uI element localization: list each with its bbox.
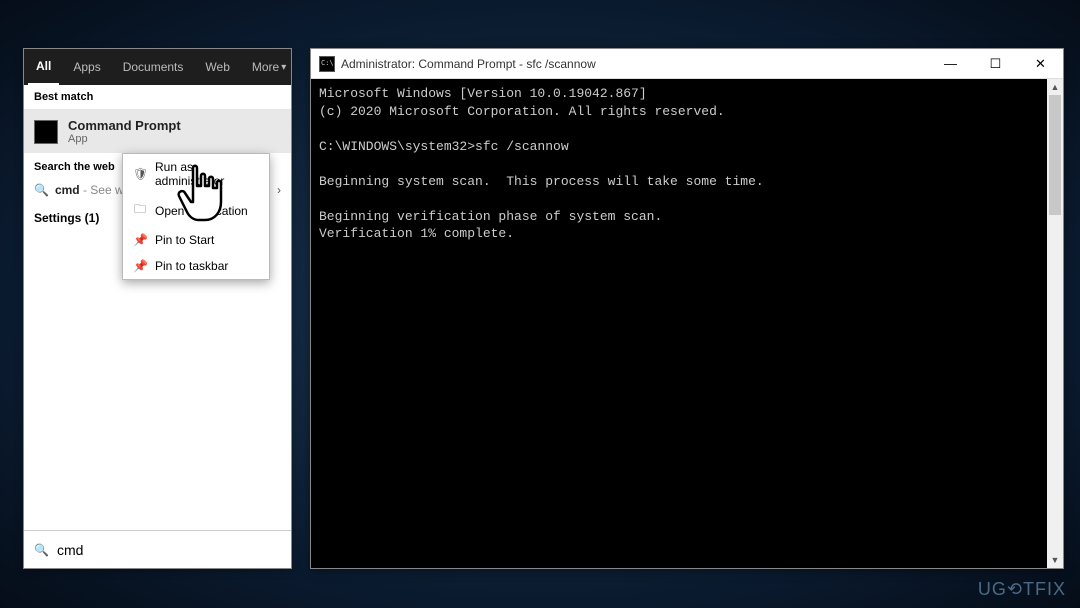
start-search-panel: All Apps Documents Web More ▾ Best match… xyxy=(23,48,292,569)
tab-more[interactable]: More ▾ xyxy=(244,49,294,85)
result-subtitle: App xyxy=(68,133,181,145)
command-prompt-icon xyxy=(319,56,335,72)
search-tabs: All Apps Documents Web More ▾ xyxy=(24,49,291,85)
pin-icon: 📌 xyxy=(133,233,147,247)
ctx-pin-to-start[interactable]: 📌 Pin to Start xyxy=(123,227,269,253)
terminal-wrap: Microsoft Windows [Version 10.0.19042.86… xyxy=(311,79,1063,568)
ctx-pin-to-taskbar[interactable]: 📌 Pin to taskbar xyxy=(123,253,269,279)
search-input[interactable] xyxy=(57,542,281,558)
titlebar[interactable]: Administrator: Command Prompt - sfc /sca… xyxy=(311,49,1063,79)
ctx-open-location-label: Open file location xyxy=(155,204,248,218)
ctx-open-file-location[interactable]: 🗀 Open file location xyxy=(123,194,269,227)
command-prompt-icon xyxy=(34,120,58,144)
chevron-down-icon: ▾ xyxy=(281,62,286,73)
ctx-pin-start-label: Pin to Start xyxy=(155,233,214,247)
search-icon: 🔍 xyxy=(34,183,49,197)
result-title: Command Prompt xyxy=(68,118,181,133)
result-command-prompt[interactable]: Command Prompt App xyxy=(24,110,291,153)
tab-web[interactable]: Web xyxy=(197,49,237,85)
tab-apps[interactable]: Apps xyxy=(65,49,108,85)
scroll-thumb[interactable] xyxy=(1049,95,1061,215)
search-icon: 🔍 xyxy=(34,543,49,557)
pin-icon: 📌 xyxy=(133,259,147,273)
window-controls: ― ☐ ✕ xyxy=(928,49,1063,79)
search-web-term: cmd xyxy=(55,183,80,197)
ctx-pin-taskbar-label: Pin to taskbar xyxy=(155,259,228,273)
scroll-down-button[interactable]: ▼ xyxy=(1047,552,1063,568)
result-text: Command Prompt App xyxy=(68,118,181,145)
scroll-track[interactable] xyxy=(1047,95,1063,552)
maximize-button[interactable]: ☐ xyxy=(973,49,1018,79)
vertical-scrollbar[interactable]: ▲ ▼ xyxy=(1047,79,1063,568)
minimize-button[interactable]: ― xyxy=(928,49,973,79)
command-prompt-window: Administrator: Command Prompt - sfc /sca… xyxy=(310,48,1064,569)
watermark: UG⟲TFIX xyxy=(978,579,1066,600)
terminal-output[interactable]: Microsoft Windows [Version 10.0.19042.86… xyxy=(311,79,1047,568)
context-menu: 🛡 Run as administrator 🗀 Open file locat… xyxy=(122,153,270,280)
search-input-row: 🔍 xyxy=(24,530,291,568)
folder-icon: 🗀 xyxy=(133,200,147,221)
tab-documents[interactable]: Documents xyxy=(115,49,192,85)
ctx-run-as-admin-label: Run as administrator xyxy=(155,160,259,188)
close-button[interactable]: ✕ xyxy=(1018,49,1063,79)
tab-more-label: More xyxy=(252,60,279,74)
chevron-right-icon: › xyxy=(277,183,281,197)
shield-icon: 🛡 xyxy=(133,167,147,181)
best-match-header: Best match xyxy=(24,85,291,110)
scroll-up-button[interactable]: ▲ xyxy=(1047,79,1063,95)
tab-all[interactable]: All xyxy=(28,49,59,85)
window-title: Administrator: Command Prompt - sfc /sca… xyxy=(341,57,928,71)
ctx-run-as-admin[interactable]: 🛡 Run as administrator xyxy=(123,154,269,194)
